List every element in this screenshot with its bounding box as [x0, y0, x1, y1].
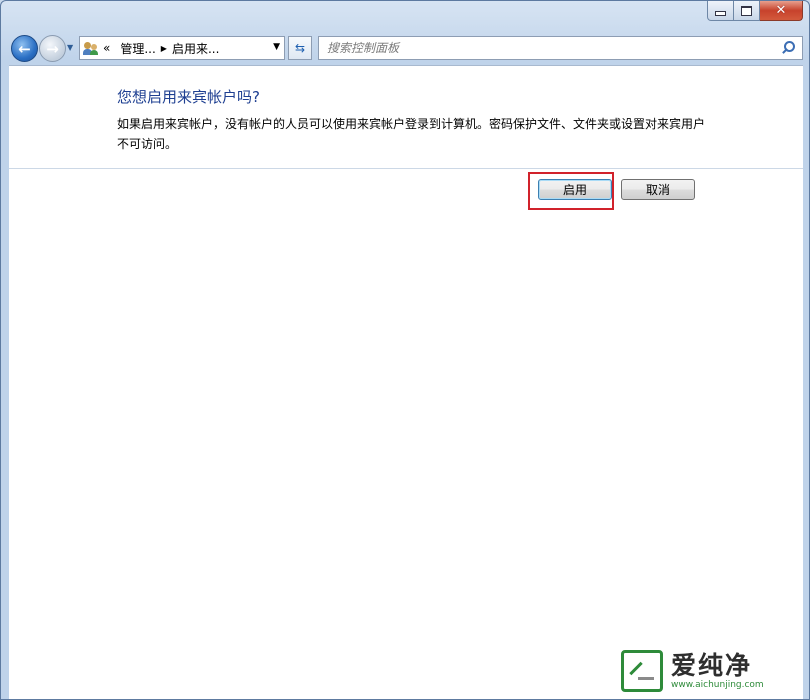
content-pane: 您想启用来宾帐户吗? 如果启用来宾帐户，没有帐户的人员可以使用来宾帐户登录到计算…	[9, 65, 803, 699]
maximize-icon	[741, 5, 752, 16]
cancel-button[interactable]: 取消	[621, 179, 695, 200]
close-button[interactable]: ✕	[760, 1, 803, 21]
control-panel-window: ✕ ← → ▼ « 管理... ▶ 启用来... ▼ ⇆ 搜索控制面板 您想启用…	[0, 0, 810, 700]
breadcrumb: « 管理... ▶ 启用来...	[103, 40, 219, 57]
refresh-icon: ⇆	[294, 41, 306, 55]
forward-arrow-icon: →	[46, 39, 59, 58]
watermark-text: 爱纯净 www.aichunjing.com	[671, 650, 764, 691]
search-input[interactable]	[319, 39, 780, 57]
refresh-button[interactable]: ⇆	[288, 36, 312, 60]
address-bar[interactable]: « 管理... ▶ 启用来... ▼	[79, 36, 285, 60]
back-button[interactable]: ←	[11, 35, 38, 62]
users-icon	[83, 41, 99, 55]
forward-button[interactable]: →	[39, 35, 66, 62]
dialog-header: 您想启用来宾帐户吗? 如果启用来宾帐户，没有帐户的人员可以使用来宾帐户登录到计算…	[9, 66, 803, 169]
page-description: 如果启用来宾帐户，没有帐户的人员可以使用来宾帐户登录到计算机。密码保护文件、文件…	[117, 117, 706, 151]
back-arrow-icon: ←	[18, 39, 31, 58]
search-box	[318, 36, 803, 60]
address-dropdown-icon[interactable]: ▼	[273, 42, 280, 52]
caption-buttons: ✕	[707, 1, 803, 21]
close-icon: ✕	[775, 3, 787, 18]
minimize-icon	[715, 11, 726, 16]
watermark-brand: 爱纯净	[671, 650, 753, 680]
maximize-button[interactable]	[734, 1, 760, 21]
page-title: 您想启用来宾帐户吗?	[117, 88, 260, 106]
watermark: 爱纯净 www.aichunjing.com	[621, 646, 803, 696]
navigation-bar: ← → ▼ « 管理... ▶ 启用来... ▼ ⇆	[9, 33, 803, 62]
breadcrumb-item-enable[interactable]: 启用来...	[172, 40, 219, 57]
breadcrumb-item-manage[interactable]: 管理...	[120, 40, 155, 57]
search-icon[interactable]	[780, 39, 798, 57]
recent-pages-button[interactable]: ▼	[67, 43, 73, 52]
chevron-down-icon: ▼	[67, 43, 74, 52]
watermark-url: www.aichunjing.com	[671, 679, 764, 690]
breadcrumb-overflow[interactable]: «	[103, 41, 110, 55]
minimize-button[interactable]	[707, 1, 734, 21]
watermark-logo-icon	[621, 650, 663, 692]
enable-button[interactable]: 启用	[538, 179, 612, 200]
breadcrumb-arrow-icon[interactable]: ▶	[161, 44, 167, 53]
